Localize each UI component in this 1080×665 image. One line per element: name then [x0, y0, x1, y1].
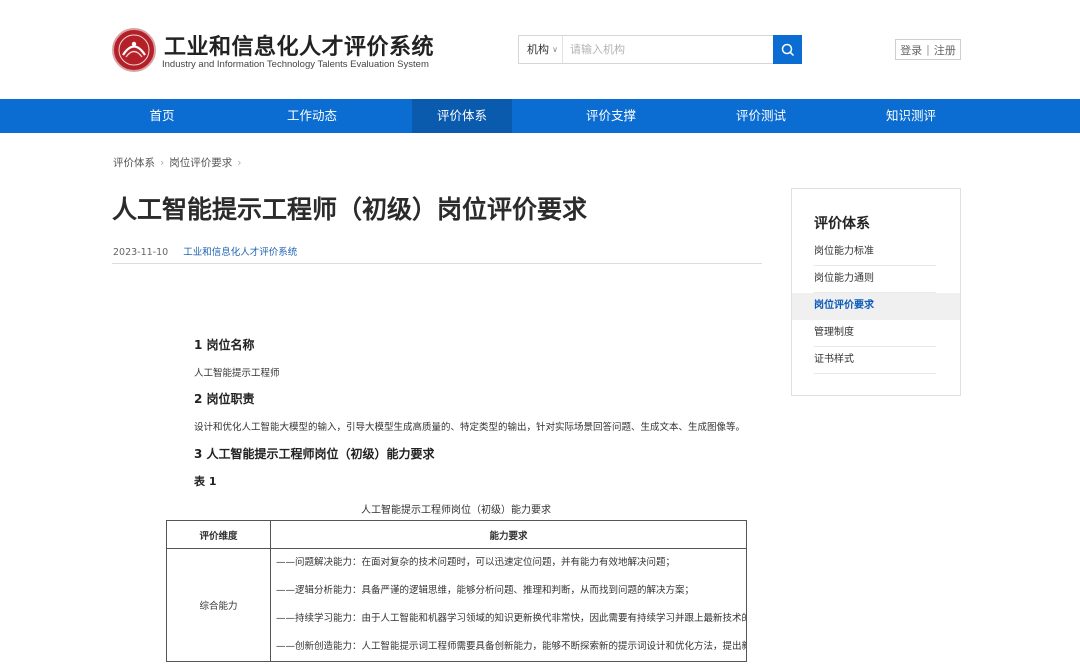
- publish-date: 2023-11-10: [113, 247, 169, 258]
- table-row: 综合能力 ——问题解决能力：在面对复杂的技术问题时，可以迅速定位问题，并有能力有…: [166, 548, 747, 662]
- table-cell-requirements: ——问题解决能力：在面对复杂的技术问题时，可以迅速定位问题，并有能力有效地解决问…: [270, 548, 747, 662]
- nav-item-evaluation-support[interactable]: 评价支撑: [561, 99, 661, 133]
- sidebar-item-capability-standard[interactable]: 岗位能力标准: [792, 239, 960, 266]
- auth-separator: |: [926, 43, 930, 56]
- requirement-item: ——问题解决能力：在面对复杂的技术问题时，可以迅速定位问题，并有能力有效地解决问…: [276, 557, 676, 568]
- login-link[interactable]: 登录: [900, 42, 922, 58]
- section-body: 设计和优化人工智能大模型的输入，引导大模型生成高质量的、特定类型的输出，针对实际…: [194, 422, 746, 433]
- nav-item-knowledge-test[interactable]: 知识测评: [861, 99, 961, 133]
- sidebar-item-label: 证书样式: [814, 354, 854, 365]
- table-label: 表 1: [194, 475, 217, 488]
- breadcrumb-item[interactable]: 评价体系: [113, 157, 155, 169]
- table-cell-dimension: 综合能力: [166, 548, 271, 662]
- table-header-cell: 评价维度: [166, 520, 271, 549]
- requirement-item: ——持续学习能力：由于人工智能和机器学习领域的知识更新换代非常快，因此需要有持续…: [276, 613, 746, 624]
- sidebar-item-label: 岗位能力通则: [814, 273, 874, 284]
- requirement-item: ——创新创造能力：人工智能提示词工程师需要具备创新能力，能够不断探索新的提示词设…: [276, 641, 746, 652]
- table-header-row: 评价维度 能力要求: [166, 520, 747, 549]
- sidebar-item-label: 管理制度: [814, 327, 854, 338]
- source-link[interactable]: 工业和信息化人才评价系统: [183, 247, 297, 258]
- search-input[interactable]: [564, 36, 774, 63]
- auth-links: 登录 | 注册: [895, 39, 961, 60]
- chevron-right-icon: ›: [160, 157, 165, 169]
- divider: [814, 373, 936, 374]
- requirements-table: 评价维度 能力要求 综合能力 ——问题解决能力：在面对复杂的技术问题时，可以迅速…: [166, 520, 747, 662]
- sidebar-item-general-rules[interactable]: 岗位能力通则: [792, 266, 960, 293]
- register-link[interactable]: 注册: [934, 42, 956, 58]
- nav-item-evaluation-system[interactable]: 评价体系: [412, 99, 512, 133]
- nav-item-evaluation-test[interactable]: 评价测试: [711, 99, 811, 133]
- page-title: 人工智能提示工程师（初级）岗位评价要求: [112, 195, 588, 224]
- sidebar-item-certificate-style[interactable]: 证书样式: [792, 347, 960, 374]
- section-body: 人工智能提示工程师: [194, 368, 280, 379]
- search-icon: [781, 43, 794, 56]
- site-subtitle: Industry and Information Technology Tale…: [162, 59, 429, 70]
- sidebar-item-label: 岗位评价要求: [814, 300, 874, 311]
- table-caption: 人工智能提示工程师岗位（初级）能力要求: [361, 505, 551, 516]
- nav-item-news[interactable]: 工作动态: [262, 99, 362, 133]
- breadcrumb-item[interactable]: 岗位评价要求: [169, 157, 232, 169]
- sidebar-item-label: 岗位能力标准: [814, 246, 874, 257]
- table-header-cell: 能力要求: [270, 520, 747, 549]
- chevron-right-icon: ›: [237, 157, 242, 169]
- divider: [112, 263, 762, 264]
- sidebar: 评价体系 岗位能力标准 岗位能力通则 岗位评价要求 管理制度 证书样式: [791, 188, 961, 396]
- search-box: 机构 ∨: [518, 35, 802, 64]
- search-button[interactable]: [773, 35, 802, 64]
- sidebar-title: 评价体系: [814, 216, 870, 232]
- nav-item-home[interactable]: 首页: [112, 99, 212, 133]
- sidebar-item-evaluation-requirements[interactable]: 岗位评价要求: [792, 293, 960, 320]
- main-nav: 首页 工作动态 评价体系 评价支撑 评价测试 知识测评: [0, 99, 1080, 133]
- sidebar-item-management-system[interactable]: 管理制度: [792, 320, 960, 347]
- requirement-item: ——逻辑分析能力：具备严谨的逻辑思维，能够分析问题、推理和判断，从而找到问题的解…: [276, 585, 695, 596]
- search-scope-label: 机构: [527, 43, 549, 56]
- emblem-icon[interactable]: [112, 28, 156, 72]
- site-header: 工业和信息化人才评价系统 Industry and Information Te…: [0, 0, 1080, 99]
- breadcrumb: 评价体系 › 岗位评价要求 ›: [113, 155, 246, 170]
- search-scope-select[interactable]: 机构 ∨: [519, 36, 563, 63]
- chevron-down-icon: ∨: [552, 45, 558, 54]
- section-heading: 3 人工智能提示工程师岗位（初级）能力要求: [194, 447, 435, 461]
- section-heading: 2 岗位职责: [194, 392, 255, 406]
- site-title[interactable]: 工业和信息化人才评价系统: [164, 29, 434, 61]
- article-meta: 2023-11-10 工业和信息化人才评价系统: [113, 244, 297, 258]
- section-heading: 1 岗位名称: [194, 338, 255, 352]
